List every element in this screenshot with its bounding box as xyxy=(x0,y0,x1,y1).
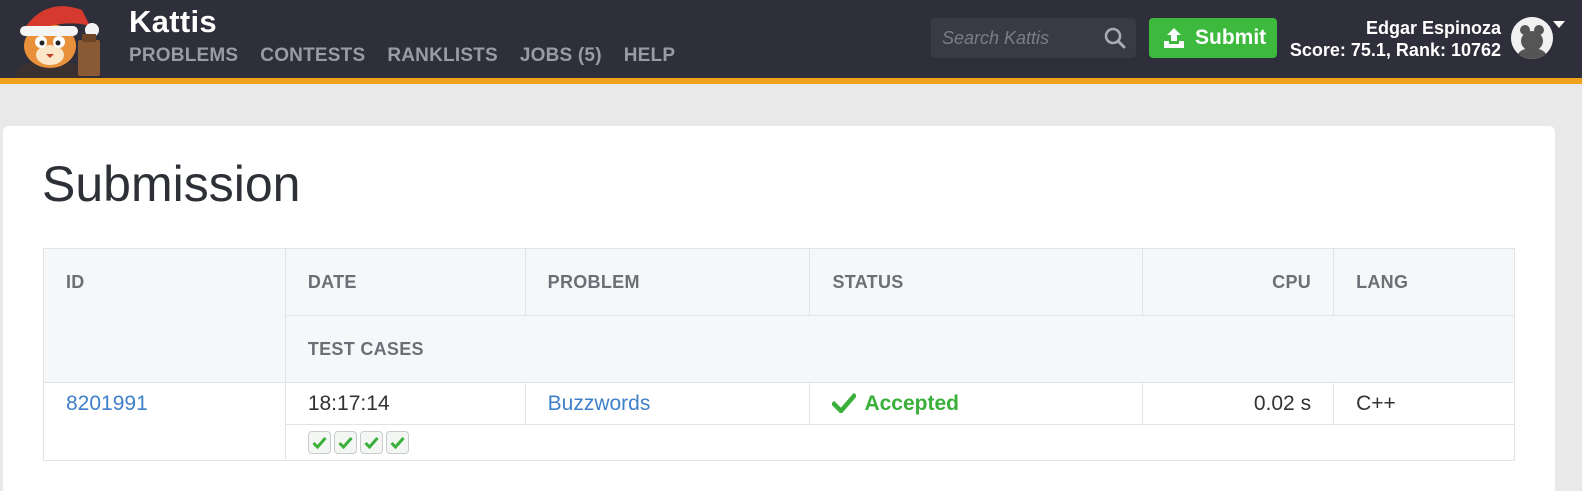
avatar-icon xyxy=(1511,17,1553,59)
table-row: 8201991 18:17:14 Buzzwords Accepted 0.02… xyxy=(43,382,1515,461)
header-accent-bar xyxy=(0,78,1582,84)
submit-button[interactable]: Submit xyxy=(1149,18,1277,58)
search-box xyxy=(931,18,1136,58)
header-cpu: CPU xyxy=(1142,248,1335,316)
test-cases-list xyxy=(307,431,1514,454)
brand-title[interactable]: Kattis xyxy=(129,4,217,40)
header-date: DATE xyxy=(284,248,526,316)
test-case-passed[interactable] xyxy=(333,431,357,454)
nav-problems[interactable]: PROBLEMS xyxy=(129,45,238,67)
search-icon[interactable] xyxy=(1104,27,1126,49)
test-case-passed[interactable] xyxy=(359,431,383,454)
check-icon xyxy=(312,437,327,449)
cell-id: 8201991 xyxy=(43,382,286,461)
test-case-passed[interactable] xyxy=(385,431,409,454)
cell-lang: C++ xyxy=(1333,382,1515,425)
submit-label: Submit xyxy=(1195,26,1267,49)
submission-id-link[interactable]: 8201991 xyxy=(66,392,148,415)
cell-status: Accepted xyxy=(809,382,1144,425)
check-icon xyxy=(364,437,379,449)
nav-contests[interactable]: CONTESTS xyxy=(260,45,365,67)
top-navbar: Kattis PROBLEMS CONTESTS RANKLISTS JOBS … xyxy=(0,0,1582,88)
check-icon xyxy=(338,437,353,449)
user-name[interactable]: Edgar Espinoza xyxy=(1366,18,1501,39)
status-accepted: Accepted xyxy=(864,391,959,415)
problem-link[interactable]: Buzzwords xyxy=(548,392,651,415)
check-icon xyxy=(831,392,858,414)
page-title: Submission xyxy=(42,156,301,212)
cell-test-cases xyxy=(284,424,1516,461)
header-lang: LANG xyxy=(1333,248,1515,316)
chevron-down-icon[interactable] xyxy=(1553,21,1565,28)
user-score: Score: 75.1, Rank: 10762 xyxy=(1289,40,1501,60)
search-input[interactable] xyxy=(931,18,1101,58)
test-case-passed[interactable] xyxy=(307,431,331,454)
table-header-row: ID DATE PROBLEM STATUS CPU LANG xyxy=(43,248,1515,383)
nav-help[interactable]: HELP xyxy=(624,45,675,67)
cell-date: 18:17:14 xyxy=(284,382,526,425)
header-status: STATUS xyxy=(809,248,1144,316)
check-icon xyxy=(390,437,405,449)
cell-problem: Buzzwords xyxy=(524,382,811,425)
avatar[interactable] xyxy=(1511,17,1553,59)
kattis-logo[interactable] xyxy=(4,0,112,88)
submission-table: ID DATE PROBLEM STATUS CPU LANG TEST CAS… xyxy=(43,248,1516,461)
main-nav: PROBLEMS CONTESTS RANKLISTS JOBS (5) HEL… xyxy=(129,45,697,67)
cell-cpu: 0.02 s xyxy=(1142,382,1335,425)
nav-ranklists[interactable]: RANKLISTS xyxy=(387,45,498,67)
header-id: ID xyxy=(43,248,286,383)
nav-jobs[interactable]: JOBS (5) xyxy=(520,45,602,67)
header-problem: PROBLEM xyxy=(524,248,811,316)
header-test-cases: TEST CASES xyxy=(284,315,1516,383)
upload-icon xyxy=(1162,26,1186,50)
